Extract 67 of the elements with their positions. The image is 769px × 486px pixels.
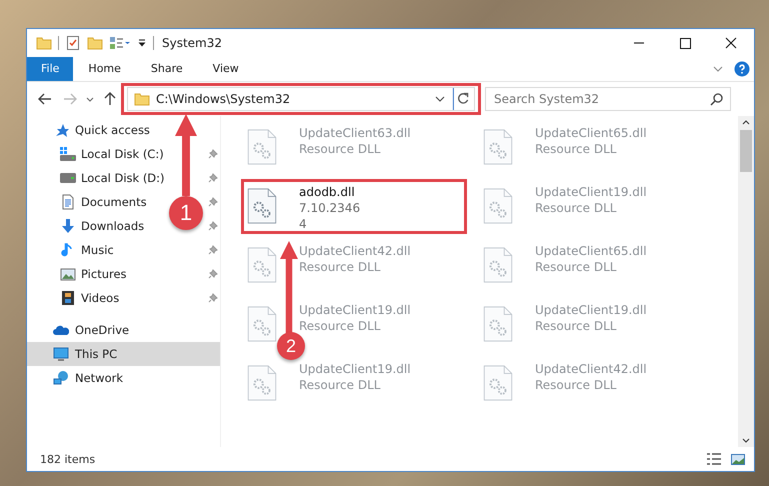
film-icon [60,290,76,306]
file-name: UpdateClient65.dll [535,243,647,259]
pin-icon[interactable] [208,149,218,159]
file-name: UpdateClient19.dll [535,184,647,200]
file-name: UpdateClient65.dll [535,125,647,141]
pin-icon[interactable] [208,269,218,279]
pin-icon[interactable] [208,245,218,255]
address-path: C:\Windows\System32 [156,92,292,106]
window-title: System32 [162,36,222,50]
drive-icon [60,146,76,162]
folder-icon[interactable] [87,35,103,51]
file-detail: Resource DLL [299,259,382,275]
scrollbar[interactable] [738,116,754,447]
help-icon[interactable] [734,61,750,77]
file-name: adodb.dll [299,184,356,200]
document-icon [60,194,76,210]
file-detail: Resource DLL [535,318,618,334]
file-detail: Resource DLL [535,377,618,393]
pin-icon[interactable] [208,173,218,183]
file-detail: Resource DLL [299,141,382,157]
picture-icon [60,266,76,282]
checklist-icon[interactable] [65,35,81,51]
ribbon-tab[interactable]: Home [73,57,136,81]
file-menu-tab[interactable]: File [27,57,74,81]
nav-item[interactable]: Network [75,371,124,385]
ribbon-tab[interactable]: View [198,57,254,81]
file-detail: 7.10.2346 [299,200,360,216]
folder-icon[interactable] [36,35,52,51]
file-detail: Resource DLL [535,259,618,275]
file-name: UpdateClient19.dll [299,361,411,377]
pin-icon[interactable] [208,293,218,303]
nav-item[interactable]: Pictures [81,267,127,281]
file-name: UpdateClient19.dll [535,302,647,318]
file-name: UpdateClient42.dll [535,361,647,377]
dropdown-icon[interactable] [137,38,147,48]
scroll-thumb[interactable] [740,130,752,172]
search-field[interactable]: Search System32 [485,87,731,111]
nav-item[interactable]: Music [81,243,114,257]
large-icons-view-button[interactable] [730,451,746,467]
item-count: 182 items [40,452,96,466]
ribbon-tab[interactable]: Share [136,57,198,81]
nav-item[interactable]: Documents [81,195,147,209]
nav-item[interactable]: Downloads [81,219,144,233]
properties-icon[interactable] [109,35,131,51]
pin-icon[interactable] [208,221,218,231]
network-icon [53,370,69,386]
nav-item[interactable]: Local Disk (C:) [81,147,164,161]
nav-item[interactable]: Videos [81,291,120,305]
folder-icon [134,91,150,107]
monitor-icon [53,346,69,362]
file-name: UpdateClient19.dll [299,302,411,318]
file-name: UpdateClient63.dll [299,125,411,141]
details-view-button[interactable] [706,451,722,467]
nav-item[interactable]: Local Disk (D:) [81,171,165,185]
down-arrow-icon [60,218,76,234]
file-name: UpdateClient42.dll [299,243,411,259]
drive-icon [60,170,76,186]
search-icon [710,92,724,106]
pin-icon[interactable] [208,197,218,207]
nav-item[interactable]: Quick access [75,123,150,137]
nav-item[interactable]: OneDrive [75,323,130,337]
nav-item[interactable]: This PC [75,347,118,361]
file-detail: Resource DLL [535,200,618,216]
file-detail: 4 [299,216,308,232]
file-detail: Resource DLL [299,318,382,334]
file-detail: Resource DLL [535,141,618,157]
file-detail: Resource DLL [299,377,382,393]
